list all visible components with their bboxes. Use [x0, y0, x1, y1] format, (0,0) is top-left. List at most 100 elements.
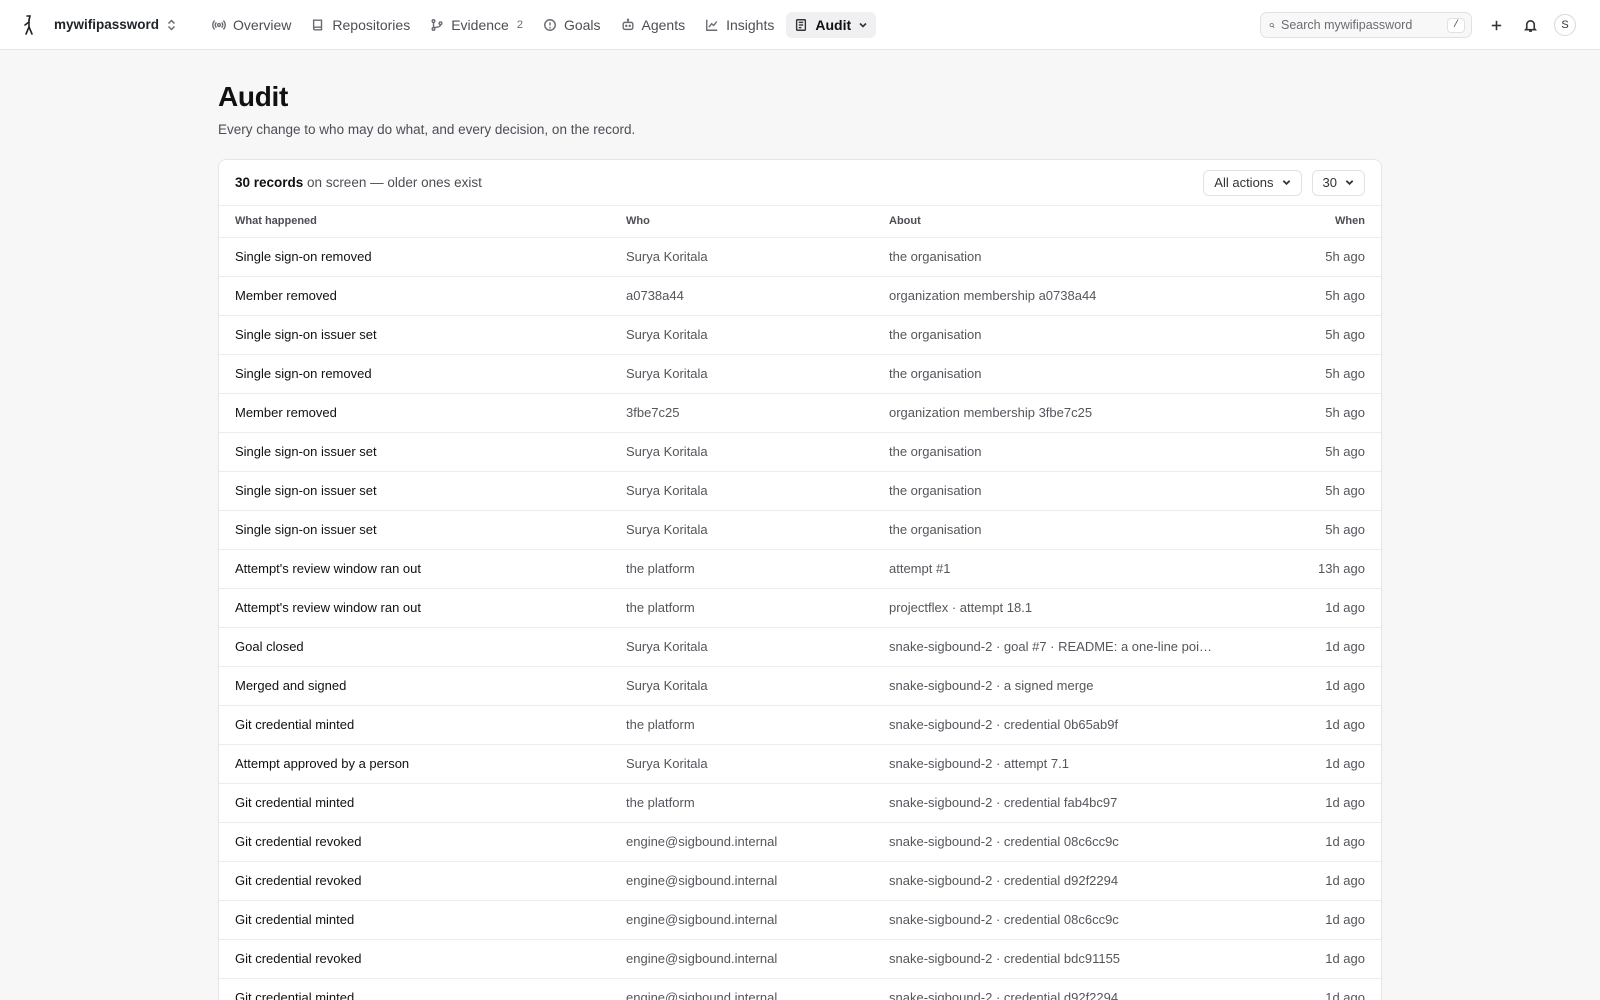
nav-evidence-label: Evidence	[451, 16, 509, 33]
row-about: the organisation	[873, 510, 1233, 550]
table-row[interactable]: Single sign-on removed Surya Koritala the …	[219, 237, 1381, 277]
nav-goals[interactable]: Goals	[535, 12, 609, 38]
row-when: 5h ago	[1233, 510, 1381, 550]
record-summary-note: on screen — older ones exist	[303, 175, 482, 190]
chevron-down-icon	[1345, 180, 1354, 186]
org-switcher[interactable]: mywifipassword	[54, 17, 176, 32]
table-row[interactable]: Git credential revoked engine@sigbound.in…	[219, 861, 1381, 901]
table-row[interactable]: Git credential revoked engine@sigbound.in…	[219, 939, 1381, 979]
org-name: mywifipassword	[54, 17, 160, 32]
row-who: Surya Koritala	[610, 510, 873, 550]
table-row[interactable]: Single sign-on issuer set Surya Koritala t…	[219, 315, 1381, 355]
row-what: Member removed	[219, 393, 610, 433]
audit-table: What happened Who About When Single sign…	[219, 206, 1381, 1000]
row-when: 5h ago	[1233, 471, 1381, 511]
page-size-select[interactable]: 30	[1311, 169, 1365, 196]
table-row[interactable]: Single sign-on issuer set Surya Koritala t…	[219, 510, 1381, 550]
row-about: projectflex · attempt 18.1	[873, 588, 1233, 628]
row-when: 5h ago	[1233, 432, 1381, 472]
row-when: 5h ago	[1233, 237, 1381, 277]
record-count: 30 records	[235, 175, 304, 190]
row-who: Surya Koritala	[610, 354, 873, 394]
row-when: 1d ago	[1233, 588, 1381, 628]
search-input[interactable]	[1280, 18, 1441, 32]
row-who: the platform	[610, 705, 873, 745]
action-filter-value: All actions	[1214, 175, 1274, 190]
audit-table-header: What happened Who About When	[219, 206, 1381, 238]
table-row[interactable]: Attempt approved by a person Surya Korita…	[219, 744, 1381, 784]
table-row[interactable]: Attempt's review window ran out the platf…	[219, 549, 1381, 589]
table-row[interactable]: Member removed 3fbe7c25 organization membe…	[219, 393, 1381, 433]
row-about: the organisation	[873, 432, 1233, 472]
nav-audit[interactable]: Audit	[786, 11, 877, 38]
table-row[interactable]: Merged and signed Surya Koritala snake-sig…	[219, 666, 1381, 706]
nav-evidence[interactable]: Evidence 2	[422, 12, 531, 38]
bell-icon	[1523, 19, 1537, 32]
row-about: snake-sigbound-2 · credential fab4bc97	[873, 783, 1233, 823]
row-what: Attempt's review window ran out	[219, 549, 610, 589]
nav-repositories[interactable]: Repositories	[303, 12, 418, 38]
row-about: attempt #1	[873, 549, 1233, 589]
row-about: organization membership a0738a44	[873, 276, 1233, 316]
row-who: Surya Koritala	[610, 237, 873, 277]
graph-icon	[706, 19, 718, 31]
row-when: 5h ago	[1233, 354, 1381, 394]
row-when: 1d ago	[1233, 861, 1381, 901]
row-when: 1d ago	[1233, 627, 1381, 667]
table-row[interactable]: Single sign-on issuer set Surya Koritala t…	[219, 471, 1381, 511]
broadcast-icon	[212, 19, 226, 30]
nav-agents[interactable]: Agents	[613, 12, 694, 38]
row-about: snake-sigbound-2 · credential bdc91155	[873, 939, 1233, 979]
row-when: 1d ago	[1233, 822, 1381, 862]
row-about: snake-sigbound-2 · a signed merge	[873, 666, 1233, 706]
nav-audit-label: Audit	[815, 16, 852, 33]
create-new-button[interactable]	[1486, 15, 1506, 35]
nav-repositories-label: Repositories	[332, 16, 411, 33]
table-row[interactable]: Attempt's review window ran out the platf…	[219, 588, 1381, 628]
row-who: engine@sigbound.internal	[610, 822, 873, 862]
table-row[interactable]: Git credential revoked engine@sigbound.in…	[219, 822, 1381, 862]
column-header-when: When	[1233, 206, 1381, 238]
row-about: the organisation	[873, 315, 1233, 355]
row-about: snake-sigbound-2 · credential 0b65ab9f	[873, 705, 1233, 745]
audit-filters: All actions 30	[1203, 169, 1365, 196]
table-row[interactable]: Single sign-on issuer set Surya Koritala t…	[219, 432, 1381, 472]
table-row[interactable]: Member removed a0738a44 organization membe…	[219, 276, 1381, 316]
notifications-button[interactable]	[1520, 15, 1540, 35]
table-row[interactable]: Git credential minted engine@sigbound.int…	[219, 900, 1381, 940]
chevron-down-icon	[1282, 180, 1290, 186]
row-what: Attempt approved by a person	[219, 744, 610, 784]
nav-overview-label: Overview	[233, 16, 292, 33]
table-row[interactable]: Git credential minted the platform snake-s…	[219, 705, 1381, 745]
table-row[interactable]: Goal closed Surya Koritala snake-sigbound-…	[219, 627, 1381, 667]
row-who: Surya Koritala	[610, 744, 873, 784]
user-avatar[interactable]: S	[1554, 14, 1576, 36]
brand-logo-icon[interactable]	[20, 14, 38, 36]
row-what: Merged and signed	[219, 666, 610, 706]
circle-dot-icon	[543, 18, 556, 31]
main-nav: Overview Repositories Evidence 2 Goals A…	[204, 11, 877, 38]
search-box[interactable]: /	[1260, 12, 1472, 38]
row-about: snake-sigbound-2 · credential d92f2294	[873, 861, 1233, 901]
action-filter-select[interactable]: All actions	[1203, 169, 1302, 196]
row-what: Single sign-on issuer set	[219, 315, 610, 355]
table-row[interactable]: Git credential minted the platform snake-s…	[219, 783, 1381, 823]
row-about: the organisation	[873, 237, 1233, 277]
row-about: the organisation	[873, 354, 1233, 394]
row-who: the platform	[610, 549, 873, 589]
column-header-what: What happened	[219, 206, 610, 238]
page-size-value: 30	[1322, 175, 1337, 190]
search-icon	[1269, 22, 1275, 28]
page-subtitle: Every change to who may do what, and eve…	[218, 122, 636, 137]
nav-insights-label: Insights	[726, 16, 775, 33]
column-header-about: About	[873, 206, 1233, 238]
table-row[interactable]: Git credential minted engine@sigbound.int…	[219, 978, 1381, 1000]
row-what: Git credential revoked	[219, 939, 610, 979]
row-who: engine@sigbound.internal	[610, 900, 873, 940]
row-who: a0738a44	[610, 276, 873, 316]
plus-icon	[1491, 20, 1501, 30]
main-content: Audit Every change to who may do what, a…	[218, 50, 1382, 1000]
nav-insights[interactable]: Insights	[697, 12, 782, 38]
nav-overview[interactable]: Overview	[204, 12, 299, 38]
table-row[interactable]: Single sign-on removed Surya Koritala the …	[219, 354, 1381, 394]
